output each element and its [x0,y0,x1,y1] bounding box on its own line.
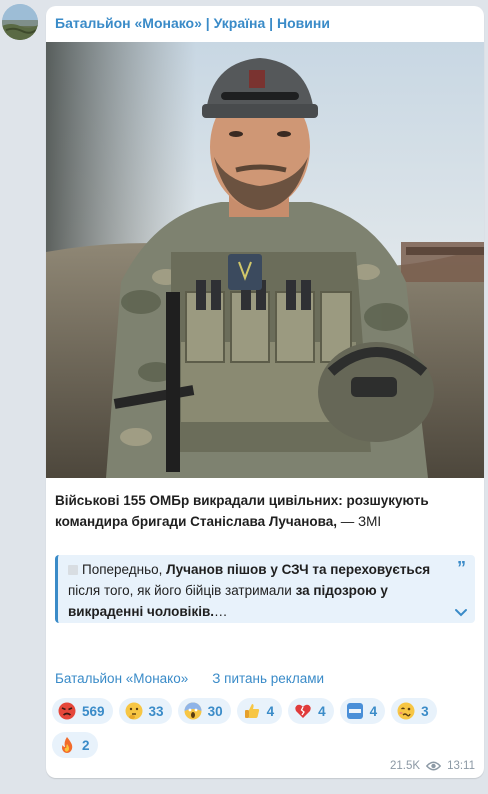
chevron-down-icon[interactable] [454,608,468,618]
message-bubble: Батальйон «Монако» | Україна | Новини Ві… [46,6,484,778]
cool-button-icon [346,703,363,719]
thumbs-up-icon [244,704,259,718]
fire-icon [62,737,73,753]
reaction-thinking[interactable]: 33 [118,698,172,724]
quote-text-2: після того, як його бійців затримали [68,583,296,598]
quote-block[interactable]: Попередньо, Лучанов пішов у СЗЧ та перех… [55,555,475,623]
eye-icon [426,761,442,771]
message-meta: 21.5K 13:11 [390,760,475,772]
reaction-count: 4 [369,703,378,719]
reaction-count: 4 [266,703,275,719]
quote-text-1: Попередньо, [82,562,167,577]
reaction-screaming[interactable]: 30 [177,698,231,724]
quote-bold-1: Лучанов пішов у СЗЧ та переховується [166,562,431,577]
woozy-face-icon [397,702,415,720]
reaction-count: 30 [207,703,223,719]
reaction-cool[interactable]: 4 [339,698,386,724]
channel-title[interactable]: Батальйон «Монако» | Україна | Новини [55,15,330,31]
reaction-enraged[interactable]: 569 [52,698,113,724]
thinking-face-icon [125,702,143,720]
views-count: 21.5K [390,760,421,772]
reaction-woozy[interactable]: 3 [391,698,437,724]
reaction-count: 3 [421,703,429,719]
post-headline: Військові 155 ОМБр викрадали цивільних: … [55,490,475,532]
reaction-count: 2 [82,737,90,753]
post-photo[interactable] [46,42,484,478]
enraged-face-icon [58,702,76,720]
reaction-thumbs-up[interactable]: 4 [236,698,283,724]
message-time: 13:11 [447,760,475,772]
broken-heart-icon [295,704,311,718]
channel-avatar[interactable] [2,4,38,40]
quote-mark-icon: ” [457,558,466,578]
reaction-broken-heart[interactable]: 4 [288,698,334,724]
reaction-count: 569 [82,703,105,719]
ads-link[interactable]: З питань реклами [212,671,324,686]
square-bullet-icon [68,565,78,575]
reaction-fire[interactable]: 2 [52,732,98,758]
quote-ellipsis: … [214,604,228,619]
reaction-count: 33 [148,703,164,719]
headline-source: — ЗМІ [336,514,382,529]
channel-link[interactable]: Батальйон «Монако» [55,671,188,686]
screaming-face-icon [184,702,202,720]
reactions-bar: 569 33 30 4 4 4 3 2 [52,698,472,758]
post-links: Батальйон «Монако» З питань реклами [55,671,324,686]
reaction-count: 4 [318,703,326,719]
